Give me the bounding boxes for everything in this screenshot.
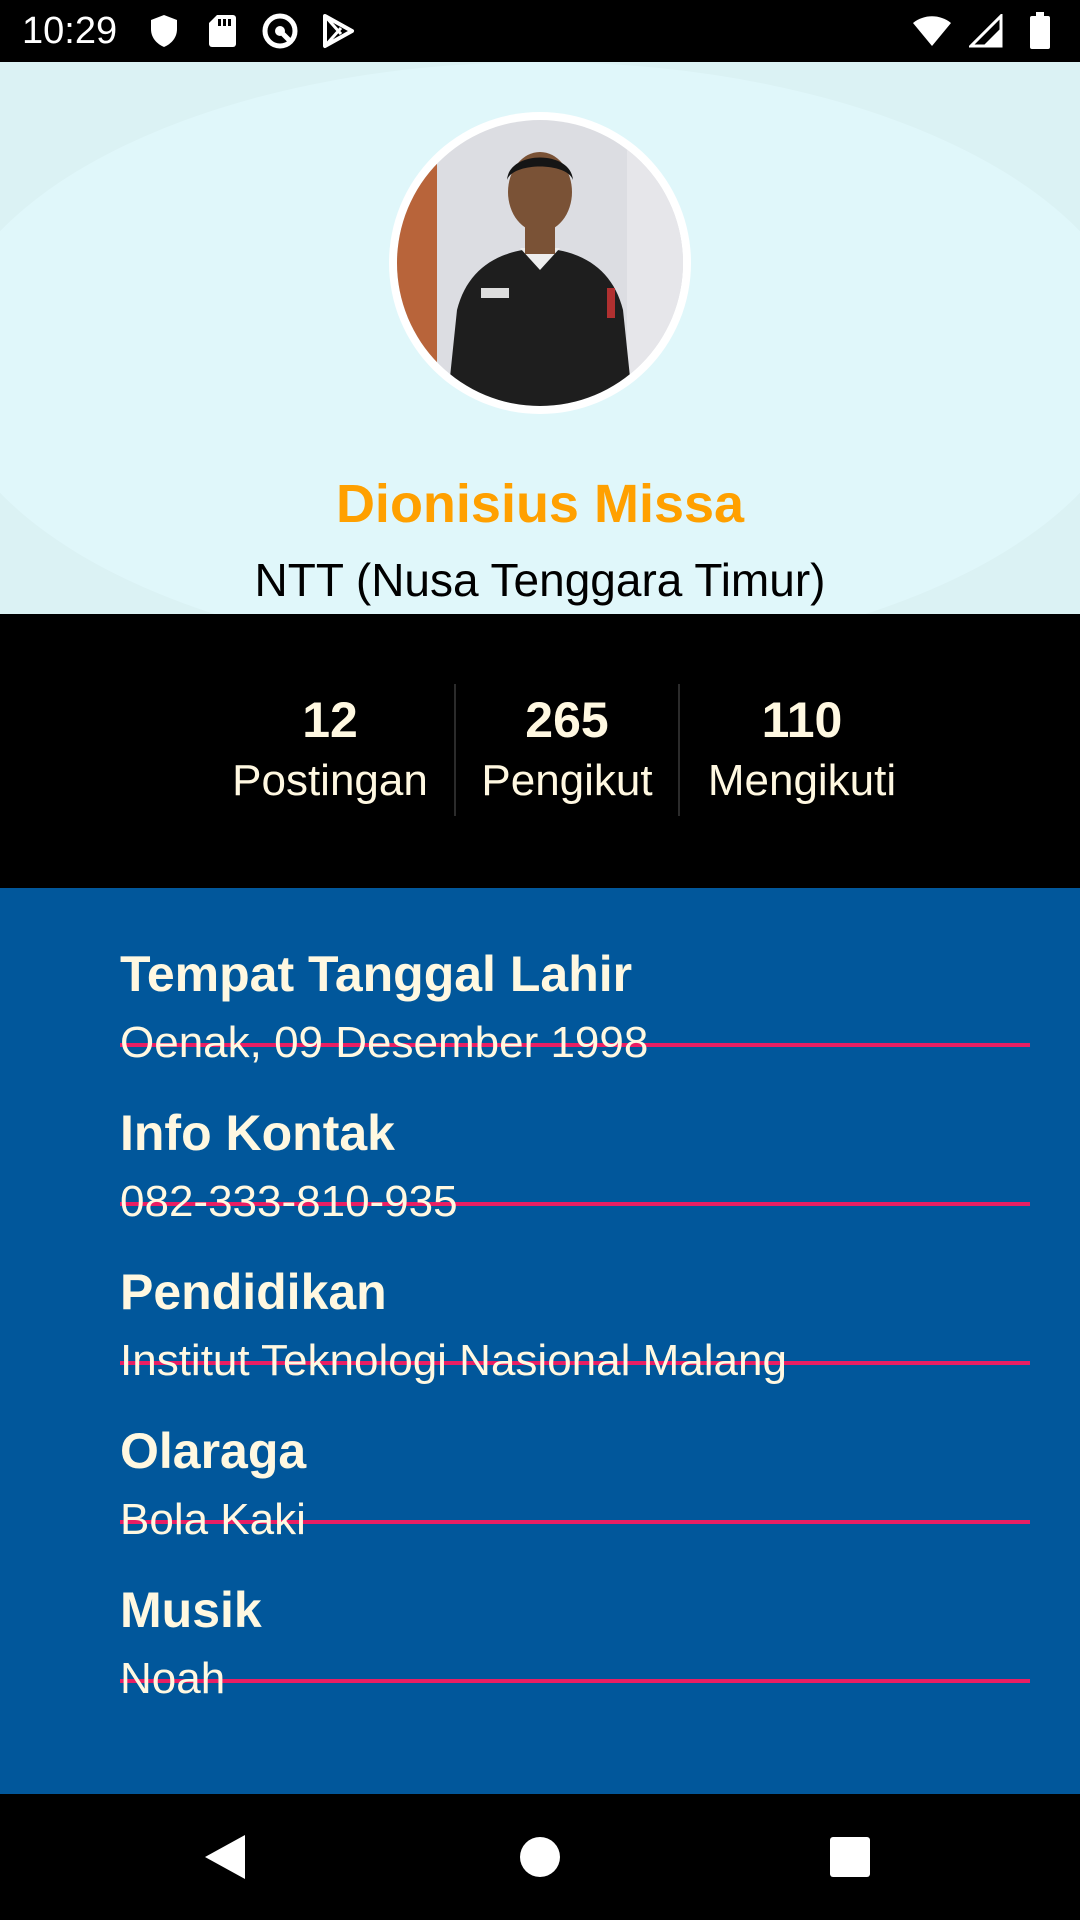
avatar-photo <box>397 120 683 406</box>
recents-icon <box>830 1837 870 1877</box>
navigation-bar <box>0 1794 1080 1920</box>
shield-icon <box>144 12 184 50</box>
profile-header: Dionisius Missa NTT (Nusa Tenggara Timur… <box>0 62 1080 614</box>
avatar[interactable] <box>389 112 691 414</box>
info-item-sport: Olaraga Bola Kaki <box>120 1365 1030 1544</box>
stat-followers-label: Pengikut <box>481 756 653 805</box>
info-title: Musik <box>120 1582 262 1638</box>
back-icon <box>205 1835 245 1879</box>
info-list: Tempat Tanggal Lahir Oenak, 09 Desember … <box>0 888 1080 1794</box>
vpn-key-icon <box>260 12 300 50</box>
stat-posts-value: 12 <box>302 692 358 748</box>
info-item-education: Pendidikan Institut Teknologi Nasional M… <box>120 1206 1030 1385</box>
home-icon <box>520 1837 560 1877</box>
profile-region: NTT (Nusa Tenggara Timur) <box>254 554 826 606</box>
info-title: Pendidikan <box>120 1264 387 1320</box>
info-item-contact: Info Kontak 082-333-810-935 <box>120 1047 1030 1226</box>
stat-following-value: 110 <box>761 692 843 748</box>
recents-button[interactable] <box>817 1824 883 1890</box>
stat-followers[interactable]: 265 Pengikut <box>462 690 672 808</box>
battery-icon <box>1020 12 1060 50</box>
stat-posts[interactable]: 12 Postingan <box>214 690 446 808</box>
stat-posts-label: Postingan <box>232 756 428 805</box>
signal-icon <box>966 12 1006 50</box>
stat-following[interactable]: 110 Mengikuti <box>686 690 918 808</box>
info-title: Tempat Tanggal Lahir <box>120 946 633 1002</box>
info-item-birth: Tempat Tanggal Lahir Oenak, 09 Desember … <box>120 888 1030 1067</box>
sd-card-icon <box>202 12 242 50</box>
profile-name: Dionisius Missa <box>335 474 745 534</box>
info-value: Noah <box>120 1654 226 1703</box>
stats-panel: 12 Postingan 265 Pengikut 110 Mengikuti <box>0 614 1080 888</box>
info-title: Olaraga <box>120 1423 307 1479</box>
home-button[interactable] <box>507 1824 573 1890</box>
info-item-music: Musik Noah <box>120 1524 1030 1703</box>
play-store-icon <box>318 12 358 50</box>
status-bar: 10:29 <box>0 0 1080 62</box>
stat-divider <box>454 684 456 816</box>
stat-following-label: Mengikuti <box>707 756 897 805</box>
status-time: 10:29 <box>22 10 118 52</box>
info-title: Info Kontak <box>120 1105 395 1161</box>
stat-followers-value: 265 <box>525 692 609 748</box>
wifi-icon <box>912 12 952 50</box>
stat-divider <box>678 684 680 816</box>
back-button[interactable] <box>192 1824 258 1890</box>
